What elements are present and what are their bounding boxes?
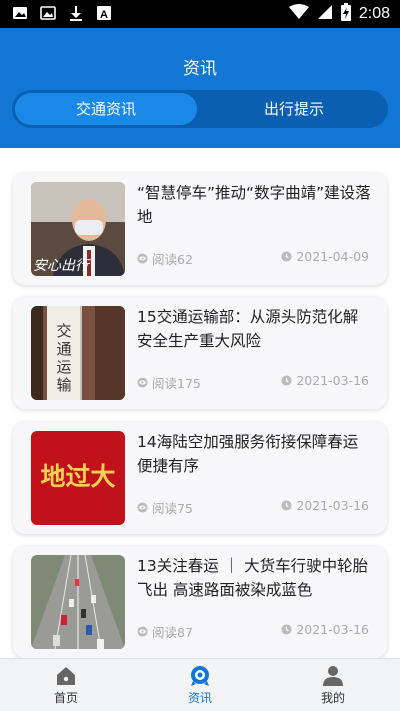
thumb-caption: 地过大 — [40, 462, 115, 491]
eye-icon — [137, 377, 148, 388]
news-title: “智慧停车”推动“数字曲靖”建设落地 — [137, 184, 371, 226]
photos-icon — [12, 5, 28, 21]
publish-date: 2021-03-16 — [281, 498, 369, 513]
svg-text:运: 运 — [56, 358, 71, 376]
read-count: 阅读87 — [137, 622, 193, 641]
news-list: 安心出行 “智慧停车”推动“数字曲靖”建设落地 阅读62 2021-04-09 … — [0, 148, 400, 658]
svg-text:输: 输 — [56, 376, 71, 394]
tab-traffic-news[interactable]: 交通资讯 — [15, 93, 197, 125]
news-thumbnail — [31, 555, 125, 649]
tabbar-item-news[interactable]: 资讯 — [160, 665, 240, 706]
news-title: 14海陆空加强服务衔接保障春运便捷有序 — [137, 433, 359, 475]
eye-icon — [137, 502, 148, 513]
home-icon — [57, 667, 75, 685]
status-right: 2:08 — [288, 3, 390, 25]
bottom-tab-bar: 首页 资讯 我的 — [0, 658, 400, 711]
page-title: 资讯 — [183, 59, 217, 79]
read-count: 阅读62 — [137, 249, 193, 268]
news-thumbnail: 安心出行 — [31, 182, 125, 276]
tabbar-item-profile[interactable]: 我的 — [293, 665, 373, 706]
font-icon: A — [96, 5, 112, 21]
clock-icon — [281, 251, 292, 262]
segment-tabs: 交通资讯 出行提示 — [12, 90, 388, 128]
tab-travel-tips[interactable]: 出行提示 — [200, 90, 388, 128]
news-thumbnail: 地过大 — [31, 431, 125, 525]
eye-icon — [137, 626, 148, 637]
tabbar-item-home[interactable]: 首页 — [26, 665, 106, 706]
read-count: 阅读175 — [137, 373, 201, 392]
svg-text:交: 交 — [56, 322, 71, 340]
news-thumbnail: 交 通 运 输 — [31, 306, 125, 400]
publish-date: 2021-03-16 — [281, 373, 369, 388]
wifi-icon — [288, 4, 309, 24]
status-time: 2:08 — [358, 5, 390, 22]
app-header: 资讯 交通资讯 出行提示 — [0, 28, 400, 148]
news-card[interactable]: 安心出行 “智慧停车”推动“数字曲靖”建设落地 阅读62 2021-04-09 — [13, 173, 387, 285]
news-title: 15交通运输部：从源头防范化解安全生产重大风险 — [137, 308, 359, 350]
news-card[interactable]: 交 通 运 输 15交通运输部：从源头防范化解安全生产重大风险 阅读175 20… — [13, 297, 387, 409]
clock-icon — [281, 624, 292, 635]
svg-text:通: 通 — [56, 340, 71, 358]
download-icon — [68, 5, 84, 21]
clock-icon — [281, 500, 292, 511]
status-left-icons: A — [12, 5, 112, 21]
publish-date: 2021-03-16 — [281, 622, 369, 637]
battery-icon — [340, 3, 351, 25]
clock-icon — [281, 375, 292, 386]
news-icon — [191, 666, 209, 686]
eye-icon — [137, 253, 148, 264]
read-count: 阅读75 — [137, 498, 193, 517]
signal-icon — [317, 4, 333, 24]
news-title: 13关注春运 ｜ 大货车行驶中轮胎飞出 高速路面被染成蓝色 — [137, 557, 369, 599]
news-card[interactable]: 地过大 14海陆空加强服务衔接保障春运便捷有序 阅读75 2021-03-16 — [13, 422, 387, 534]
image-icon — [40, 5, 56, 21]
svg-text:A: A — [100, 9, 108, 21]
news-card[interactable]: 13关注春运 ｜ 大货车行驶中轮胎飞出 高速路面被染成蓝色 阅读87 2021-… — [13, 546, 387, 658]
status-bar: A 2:08 — [0, 0, 400, 28]
thumb-caption: 安心出行 — [33, 258, 91, 274]
profile-icon — [323, 666, 343, 686]
publish-date: 2021-04-09 — [281, 249, 369, 264]
